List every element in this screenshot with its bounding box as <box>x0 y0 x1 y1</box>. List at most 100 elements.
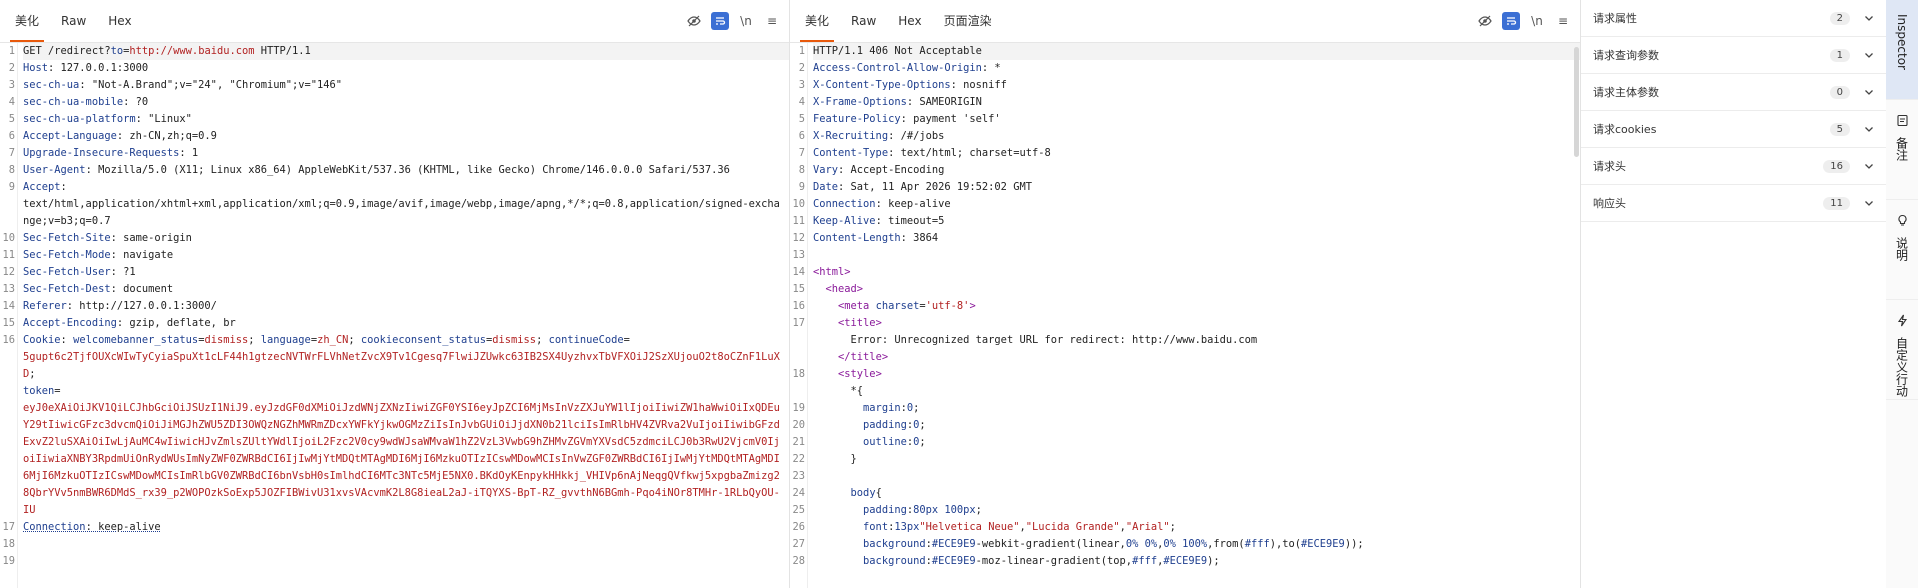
code-line[interactable]: 5 sec-ch-ua-platform: "Linux" <box>0 111 789 128</box>
code-line[interactable]: 11 Sec-Fetch-Mode: navigate <box>0 247 789 264</box>
code-line[interactable]: 4 sec-ch-ua-mobile: ?0 <box>0 94 789 111</box>
request-tab-hex[interactable]: Hex <box>97 0 142 42</box>
side-tab-lightning[interactable]: 自定义行动 <box>1886 300 1918 400</box>
inspector-row-label: 请求查询参数 <box>1593 49 1659 62</box>
chevron-down-icon[interactable] <box>1864 50 1874 60</box>
response-tab-hex[interactable]: Hex <box>887 0 932 42</box>
newline-icon[interactable]: \n <box>1528 12 1546 30</box>
code-line[interactable]: 28 background:#ECE9E9-moz-linear-gradien… <box>790 553 1580 570</box>
newline-icon[interactable]: \n <box>737 12 755 30</box>
request-editor[interactable]: 1 GET /redirect?to=http://www.baidu.com H… <box>0 43 789 588</box>
response-scrollbar[interactable] <box>1572 43 1580 588</box>
code-line[interactable]: 16 <meta charset='utf-8'> <box>790 298 1580 315</box>
code-token: 0% 0% <box>1125 538 1158 550</box>
code-line[interactable]: 7 Content-Type: text/html; charset=utf-8 <box>790 145 1580 162</box>
code-token: : http://127.0.0.1:3000/ <box>66 300 217 312</box>
code-line[interactable]: 26 font:13px"Helvetica Neue","Lucida Gra… <box>790 519 1580 536</box>
chevron-down-icon[interactable] <box>1864 87 1874 97</box>
code-token: ; <box>919 436 926 448</box>
code-line[interactable]: 3 X-Content-Type-Options: nosniff <box>790 77 1580 94</box>
inspector-row[interactable]: 请求主体参数 0 <box>1581 74 1886 111</box>
code-line[interactable]: 2 Host: 127.0.0.1:3000 <box>0 60 789 77</box>
request-tab-pretty[interactable]: 美化 <box>4 0 50 42</box>
code-line[interactable]: 15 <head> <box>790 281 1580 298</box>
code-line[interactable]: 11 Keep-Alive: timeout=5 <box>790 213 1580 230</box>
code-line[interactable]: 3 sec-ch-ua: "Not-A.Brand";v="24", "Chrom… <box>0 77 789 94</box>
code-line[interactable]: Error: Unrecognized target URL for redir… <box>790 332 1580 349</box>
code-token: : keep-alive <box>85 521 161 533</box>
side-tab-inspector[interactable]: Inspector <box>1886 0 1918 100</box>
code-token: Upgrade-Insecure-Requests <box>23 147 180 159</box>
code-line[interactable]: 13 Sec-Fetch-Dest: document <box>0 281 789 298</box>
code-line[interactable]: 25 padding:80px 100px; <box>790 502 1580 519</box>
chevron-down-icon[interactable] <box>1864 13 1874 23</box>
inspector-row[interactable]: 请求cookies 5 <box>1581 111 1886 148</box>
code-token: : nosniff <box>950 79 1007 91</box>
code-line[interactable]: 17 Connection: keep-alive <box>0 519 789 536</box>
code-line[interactable]: 10 Connection: keep-alive <box>790 196 1580 213</box>
code-line[interactable]: 19 margin:0; <box>790 400 1580 417</box>
code-line[interactable]: 20 padding:0; <box>790 417 1580 434</box>
code-line[interactable]: 5 Feature-Policy: payment 'self' <box>790 111 1580 128</box>
chevron-down-icon[interactable] <box>1864 198 1874 208</box>
wrap-lines-icon[interactable] <box>711 12 729 30</box>
code-line[interactable]: 12 Sec-Fetch-User: ?1 <box>0 264 789 281</box>
code-line[interactable]: 6 Accept-Language: zh-CN,zh;q=0.9 <box>0 128 789 145</box>
code-line[interactable]: 18 <box>0 536 789 553</box>
code-line[interactable]: 16 Cookie: welcomebanner_status = dismiss; … <box>0 332 789 519</box>
hide-nonprintable-icon[interactable] <box>685 12 703 30</box>
response-tab-pretty[interactable]: 美化 <box>794 0 840 42</box>
code-line[interactable]: 1 HTTP/1.1 406 Not Acceptable <box>790 43 1580 60</box>
code-line[interactable]: 17 <title> <box>790 315 1580 332</box>
hide-nonprintable-icon[interactable] <box>1476 12 1494 30</box>
code-line[interactable]: 10 Sec-Fetch-Site: same-origin <box>0 230 789 247</box>
menu-icon[interactable]: ≡ <box>763 12 781 30</box>
code-line[interactable]: 14 Referer: http://127.0.0.1:3000/ <box>0 298 789 315</box>
menu-icon[interactable]: ≡ <box>1554 12 1572 30</box>
code-line[interactable]: 9 Accept: text/html,application/xhtml+xml… <box>0 179 789 230</box>
request-tab-raw[interactable]: Raw <box>50 0 97 42</box>
code-line[interactable]: 1 GET /redirect?to=http://www.baidu.com H… <box>0 43 789 60</box>
code-line[interactable]: 8 Vary: Accept-Encoding <box>790 162 1580 179</box>
chevron-down-icon[interactable] <box>1864 124 1874 134</box>
code-line[interactable]: 2 Access-Control-Allow-Origin: * <box>790 60 1580 77</box>
wrap-lines-icon[interactable] <box>1502 12 1520 30</box>
response-tab-raw[interactable]: Raw <box>840 0 887 42</box>
code-token: background <box>863 538 926 550</box>
code-line[interactable]: 14 <html> <box>790 264 1580 281</box>
code-line[interactable]: 13 <box>790 247 1580 264</box>
code-line[interactable]: 9 Date: Sat, 11 Apr 2026 19:52:02 GMT <box>790 179 1580 196</box>
code-line[interactable]: 24 body{ <box>790 485 1580 502</box>
code-token: X-Content-Type-Options <box>813 79 951 91</box>
inspector-row[interactable]: 请求头 16 <box>1581 148 1886 185</box>
scrollbar-thumb[interactable] <box>1574 47 1579 157</box>
code-line[interactable]: 22 } <box>790 451 1580 468</box>
code-token: 0% 100% <box>1163 538 1208 550</box>
code-line[interactable]: 19 <box>0 553 789 570</box>
code-line[interactable]: 6 X-Recruiting: /#/jobs <box>790 128 1580 145</box>
code-line[interactable]: 27 background:#ECE9E9-webkit-gradient(li… <box>790 536 1580 553</box>
code-line[interactable]: 18 <style> <box>790 366 1580 383</box>
code-line[interactable]: *{ <box>790 383 1580 400</box>
code-line[interactable]: 4 X-Frame-Options: SAMEORIGIN <box>790 94 1580 111</box>
code-token: ); <box>1207 555 1220 567</box>
inspector-row[interactable]: 请求属性 2 <box>1581 0 1886 37</box>
code-line[interactable]: 23 <box>790 468 1580 485</box>
code-line[interactable]: 15 Accept-Encoding: gzip, deflate, br <box>0 315 789 332</box>
side-tab-lightbulb[interactable]: 说明 <box>1886 200 1918 300</box>
line-content: <meta charset='utf-8'> <box>813 298 1580 315</box>
code-line[interactable]: 7 Upgrade-Insecure-Requests: 1 <box>0 145 789 162</box>
response-tab-render[interactable]: 页面渲染 <box>933 0 1003 42</box>
request-pane: 美化 Raw Hex \n ≡ 1 GET /redirect?to=http:/… <box>0 0 790 588</box>
side-tab-note[interactable]: 备注 <box>1886 100 1918 200</box>
code-line[interactable]: </title> <box>790 349 1580 366</box>
code-line[interactable]: 21 outline:0; <box>790 434 1580 451</box>
inspector-row[interactable]: 请求查询参数 1 <box>1581 37 1886 74</box>
inspector-row-count: 0 <box>1829 85 1850 99</box>
code-line[interactable]: 8 User-Agent: Mozilla/5.0 (X11; Linux x86… <box>0 162 789 179</box>
chevron-down-icon[interactable] <box>1864 161 1874 171</box>
response-editor[interactable]: 1 HTTP/1.1 406 Not Acceptable 2 Access-Cont… <box>790 43 1580 588</box>
inspector-row[interactable]: 响应头 11 <box>1581 185 1886 222</box>
code-token: : navigate <box>110 249 174 261</box>
code-line[interactable]: 12 Content-Length: 3864 <box>790 230 1580 247</box>
